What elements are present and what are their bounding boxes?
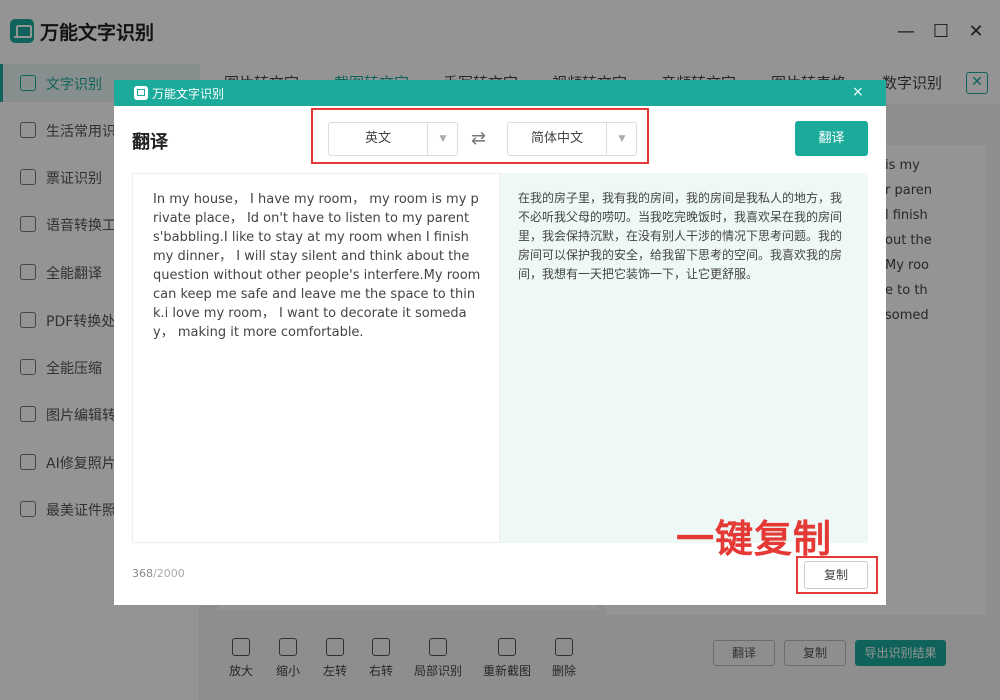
- character-count-max: /2000: [153, 567, 185, 580]
- target-language-value: 简体中文: [530, 131, 583, 146]
- translated-text-area[interactable]: 在我的房子里，我有我的房间，我的房间是我私人的地方，我不必听我父母的唠叨。当我吃…: [500, 173, 868, 543]
- character-count-value: 368: [132, 567, 153, 580]
- translation-dialog: 万能文字识别 × 翻译 英文 ▼ ⇄ 简体中文 ▼ 翻译 In my house…: [114, 80, 886, 605]
- dialog-header: 万能文字识别 ×: [114, 80, 886, 106]
- close-icon[interactable]: ×: [852, 84, 864, 100]
- translate-button[interactable]: 翻译: [795, 121, 868, 156]
- app-logo-icon: [134, 86, 148, 100]
- source-text-area[interactable]: In my house， I have my room， my room is …: [132, 173, 500, 543]
- dialog-heading: 翻译: [132, 132, 168, 153]
- chevron-down-icon: ▼: [427, 123, 458, 155]
- swap-languages-icon[interactable]: ⇄: [471, 128, 486, 149]
- target-language-select[interactable]: 简体中文 ▼: [507, 122, 637, 156]
- source-language-value: 英文: [364, 131, 391, 146]
- chevron-down-icon: ▼: [606, 123, 637, 155]
- one-click-copy-annotation: 一键复制: [676, 517, 833, 561]
- character-count: 368/2000: [132, 567, 185, 580]
- copy-button[interactable]: 复制: [804, 561, 868, 589]
- dialog-title: 万能文字识别: [152, 87, 225, 101]
- source-language-select[interactable]: 英文 ▼: [328, 122, 458, 156]
